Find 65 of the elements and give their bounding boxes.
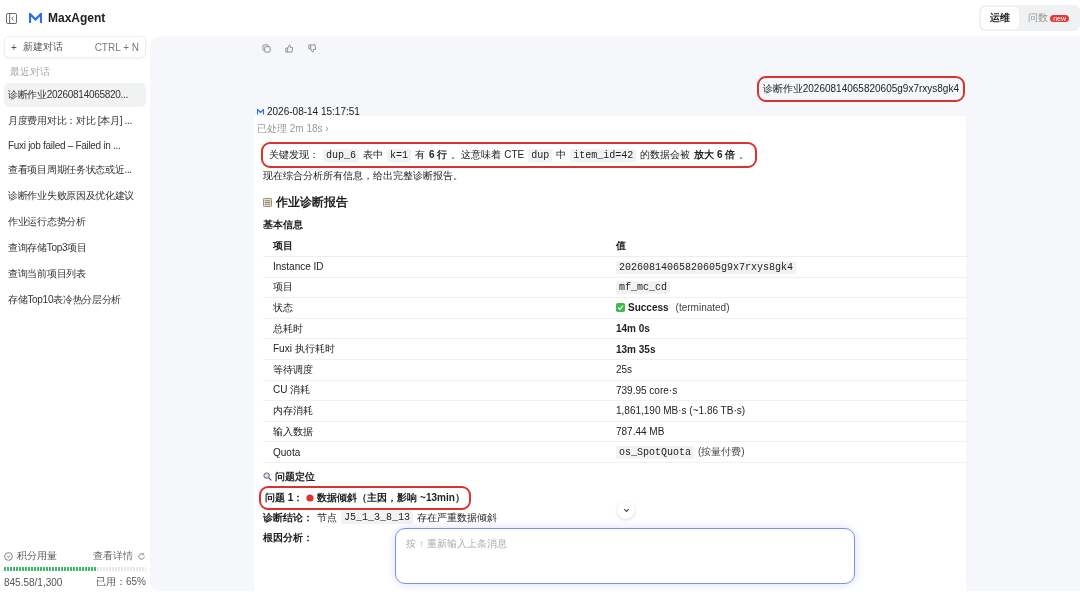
chat-history-item[interactable]: 查询存储Top3项目: [4, 236, 146, 260]
summary-text: 现在综合分析所有信息，给出完整诊断报告。: [262, 169, 464, 183]
severity-dot-icon: [306, 493, 315, 502]
column-header: 项目: [263, 236, 616, 257]
section-heading: 最近对话: [9, 65, 51, 79]
search-icon: [263, 472, 272, 482]
value-note: (按量付费): [698, 446, 745, 458]
key-finding-text: 关键发现： dup_6 表中 k=1 有 6 行 。这意味着 CTE dup 中 item_id=42 的数据会被 放大 6 倍 。: [263, 144, 756, 166]
code-value: 20260814065820605g9x7rxys8gk4: [616, 260, 797, 274]
user-message: 诊断作业20260814065820605g9x7rxys8gk4: [758, 78, 963, 100]
sidebar-toggle-icon[interactable]: [6, 12, 17, 24]
issue-label: 问题 1：: [265, 490, 304, 505]
check-icon: [616, 303, 625, 312]
code-value: os_SpotQuota: [616, 446, 694, 460]
table-cell: 739.95 core·s: [616, 380, 969, 401]
table-cell: 1,861,190 MB·s (~1.86 TB·s): [616, 400, 969, 422]
table-cell: Quota: [263, 441, 616, 463]
credits-title: 积分用量: [17, 549, 57, 563]
chat-history-item[interactable]: 作业运行态势分析: [4, 210, 146, 234]
table-cell: 输入数据: [263, 421, 616, 442]
table-cell: CU 消耗: [263, 380, 616, 401]
table-cell: 787.44 MB: [616, 421, 969, 442]
timestamp: 2026-08-14 15:17:51: [267, 106, 360, 117]
value-note: (terminated): [675, 302, 730, 313]
table-cell: 内存消耗: [263, 400, 616, 422]
table-cell: Fuxi 执行耗时: [263, 338, 616, 360]
notebook-icon: [263, 198, 272, 207]
thumbs-down-icon[interactable]: [308, 44, 317, 53]
chat-history-item[interactable]: 月度费用对比：对比 [本月] ...: [4, 109, 146, 133]
table-cell: 14m 0s: [616, 318, 969, 339]
conclusion-text: 诊断结论： 节点 J5_1_3_8_13 存在严重数据倾斜: [262, 510, 498, 527]
thumbs-up-icon[interactable]: [285, 44, 294, 53]
table-cell: 项目: [263, 277, 616, 298]
code-value: mf_mc_cd: [616, 281, 670, 295]
logo-icon: [257, 108, 264, 115]
logo-icon: [29, 12, 42, 24]
copy-icon[interactable]: [262, 44, 271, 53]
refresh-icon[interactable]: [137, 551, 146, 561]
mode-tab[interactable]: 运维: [981, 7, 1020, 29]
chat-history-item[interactable]: 查看项目周期任务状态或近...: [4, 158, 146, 182]
table-cell: 13m 35s: [616, 338, 969, 360]
chat-history-item[interactable]: 诊断作业20260814065820...: [4, 83, 146, 107]
table-cell: 25s: [616, 359, 969, 381]
table-cell: 状态: [263, 297, 616, 319]
table-cell: 等待调度: [263, 359, 616, 381]
column-header: 值: [616, 236, 969, 257]
details-link[interactable]: 查看详情: [93, 549, 133, 563]
section-heading: 问题定位: [275, 469, 315, 484]
coin-icon: [4, 551, 13, 561]
section-heading: 基本信息: [263, 218, 304, 232]
chat-history-item[interactable]: 查询当前项目列表: [4, 262, 146, 286]
chat-history-item[interactable]: Fuxi job failed – Failed in ...: [4, 135, 146, 156]
status-value: Success: [628, 302, 669, 313]
app-name: MaxAgent: [48, 11, 106, 25]
new-chat-button[interactable]: + 新建对话 CTRL + N: [4, 36, 146, 58]
root-cause-heading: 根因分析：: [262, 530, 314, 545]
table-cell: 总耗时: [263, 318, 616, 339]
credits-used: 已用：65%: [96, 575, 146, 589]
table-cell: Instance ID: [263, 256, 616, 278]
issue-title: 数据倾斜（主因，影响 ~13min）: [317, 490, 465, 505]
report-title: 作业诊断报告: [276, 194, 348, 211]
credits-amount: 845.58/1,300: [4, 576, 63, 588]
message-input[interactable]: 按 ↑ 重新输入上条消息: [395, 528, 855, 584]
chat-history-item[interactable]: 存储Top10表冷热分层分析: [4, 288, 146, 312]
chat-history-item[interactable]: 诊断作业失败原因及优化建议: [4, 184, 146, 208]
